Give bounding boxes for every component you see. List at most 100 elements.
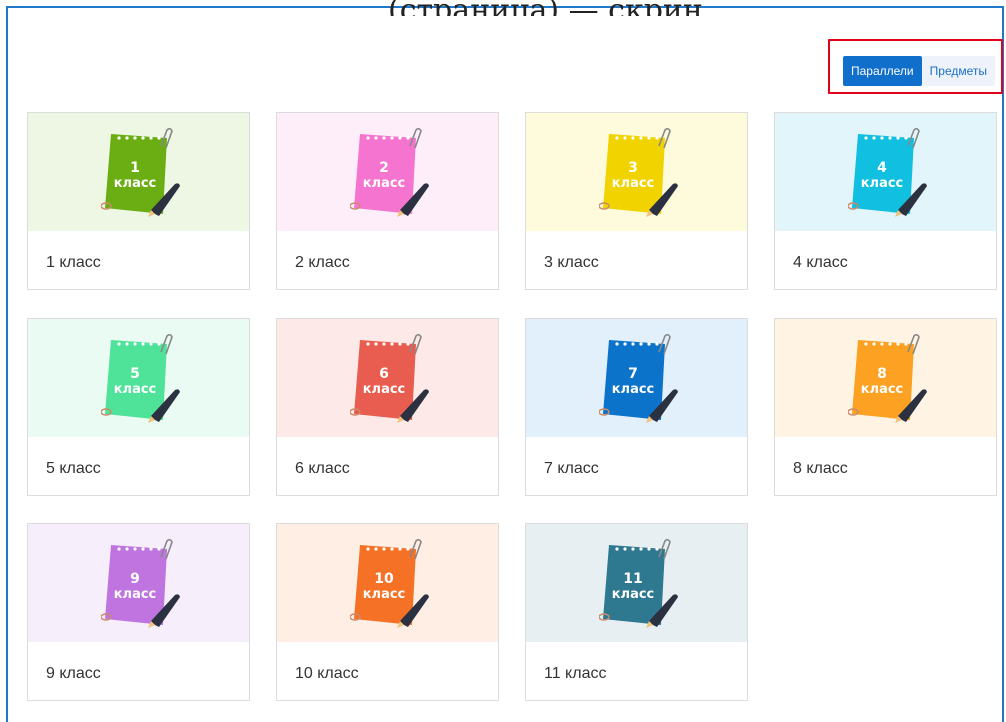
binding-dot xyxy=(631,547,635,551)
grade-card[interactable]: 1 класс 1 класс xyxy=(27,112,250,290)
grade-card-label: 3 класс xyxy=(544,254,599,271)
notebook-note-icon: 5класс xyxy=(101,334,180,423)
binding-dot xyxy=(398,547,402,551)
binding-dot xyxy=(366,136,370,140)
grade-thumbnail: 10 класс xyxy=(277,524,498,642)
binding-dot xyxy=(398,136,402,140)
notebook-note-icon: 2класс xyxy=(350,128,429,217)
grade-word: класс xyxy=(114,587,157,602)
binding-dot xyxy=(864,342,868,346)
grade-card-label: 9 класс xyxy=(46,665,101,682)
binding-dot xyxy=(382,342,386,346)
binding-dot xyxy=(655,342,659,346)
binding-dot xyxy=(623,547,627,551)
binding-dot xyxy=(149,547,153,551)
binding-dot xyxy=(157,136,161,140)
grade-card[interactable]: 2 класс 2 класс xyxy=(276,112,499,290)
grade-card-label: 2 класс xyxy=(295,254,350,271)
binding-dot xyxy=(133,342,137,346)
binding-dot xyxy=(374,342,378,346)
grade-card-label: 7 класс xyxy=(544,460,599,477)
binding-dot xyxy=(366,547,370,551)
grade-number: 3 xyxy=(628,160,638,176)
notebook-note-icon: 3класс xyxy=(599,128,678,217)
binding-dot xyxy=(896,136,900,140)
grade-card[interactable]: 11 класс 11 класс xyxy=(525,523,748,701)
grade-card[interactable]: 7 класс 7 класс xyxy=(525,318,748,496)
grade-card-label: 10 класс xyxy=(295,665,359,682)
grade-word: класс xyxy=(861,382,904,397)
notebook-note-icon: 8класс xyxy=(848,334,927,423)
toggle-parallels-button[interactable]: Параллели xyxy=(843,56,922,86)
clipped-page-heading: (страница) — скрин xyxy=(388,0,828,16)
binding-dot xyxy=(639,342,643,346)
binding-dot xyxy=(655,136,659,140)
binding-dot xyxy=(615,136,619,140)
grade-number: 2 xyxy=(379,160,389,176)
grade-card-label: 5 класс xyxy=(46,460,101,477)
binding-dot xyxy=(631,342,635,346)
grade-word: класс xyxy=(363,382,406,397)
binding-dot xyxy=(880,342,884,346)
binding-dot xyxy=(872,342,876,346)
binding-dot xyxy=(382,136,386,140)
grade-word: класс xyxy=(612,587,655,602)
binding-dot xyxy=(141,342,145,346)
binding-dot xyxy=(133,136,137,140)
binding-dot xyxy=(157,547,161,551)
binding-dot xyxy=(623,342,627,346)
binding-dot xyxy=(904,342,908,346)
grade-number: 1 xyxy=(130,160,140,176)
grade-card[interactable]: 8 класс 8 класс xyxy=(774,318,997,496)
grade-card[interactable]: 6 класс 6 класс xyxy=(276,318,499,496)
grade-card-label: 8 класс xyxy=(793,460,848,477)
grade-thumbnail: 11 класс xyxy=(526,524,747,642)
binding-dot xyxy=(623,136,627,140)
grade-thumbnail: 4 класс xyxy=(775,113,996,231)
notebook-note-icon: 10класс xyxy=(350,539,429,628)
grade-card[interactable]: 3 класс 3 класс xyxy=(525,112,748,290)
grade-card-label: 1 класс xyxy=(46,254,101,271)
notebook-note-icon: 7класс xyxy=(599,334,678,423)
grade-card[interactable]: 5 класс 5 класс xyxy=(27,318,250,496)
binding-dot xyxy=(647,547,651,551)
grade-card[interactable]: 9 класс 9 класс xyxy=(27,523,250,701)
binding-dot xyxy=(872,136,876,140)
grade-number: 9 xyxy=(130,571,140,587)
binding-dot xyxy=(157,342,161,346)
binding-dot xyxy=(888,136,892,140)
binding-dot xyxy=(125,547,129,551)
view-toggle-highlight: Параллели Предметы xyxy=(828,39,1003,94)
binding-dot xyxy=(117,136,121,140)
grade-word: класс xyxy=(363,176,406,191)
grade-thumbnail: 6 класс xyxy=(277,319,498,437)
grade-thumbnail: 7 класс xyxy=(526,319,747,437)
binding-dot xyxy=(631,136,635,140)
grade-card[interactable]: 10 класс 10 класс xyxy=(276,523,499,701)
notebook-note-icon: 11класс xyxy=(599,539,678,628)
grade-word: класс xyxy=(861,176,904,191)
binding-dot xyxy=(647,136,651,140)
binding-dot xyxy=(896,342,900,346)
binding-dot xyxy=(655,547,659,551)
toggle-subjects-button[interactable]: Предметы xyxy=(922,56,995,86)
binding-dot xyxy=(149,342,153,346)
view-toggle: Параллели Предметы xyxy=(843,56,995,86)
binding-dot xyxy=(149,136,153,140)
binding-dot xyxy=(390,547,394,551)
grade-word: класс xyxy=(114,382,157,397)
binding-dot xyxy=(406,136,410,140)
binding-dot xyxy=(117,342,121,346)
binding-dot xyxy=(615,342,619,346)
binding-dot xyxy=(125,136,129,140)
binding-dot xyxy=(398,342,402,346)
binding-dot xyxy=(639,547,643,551)
binding-dot xyxy=(880,136,884,140)
grade-word: класс xyxy=(114,176,157,191)
notebook-note-icon: 9класс xyxy=(101,539,180,628)
grade-number: 7 xyxy=(628,366,638,382)
binding-dot xyxy=(390,136,394,140)
binding-dot xyxy=(141,547,145,551)
grade-card[interactable]: 4 класс 4 класс xyxy=(774,112,997,290)
binding-dot xyxy=(904,136,908,140)
